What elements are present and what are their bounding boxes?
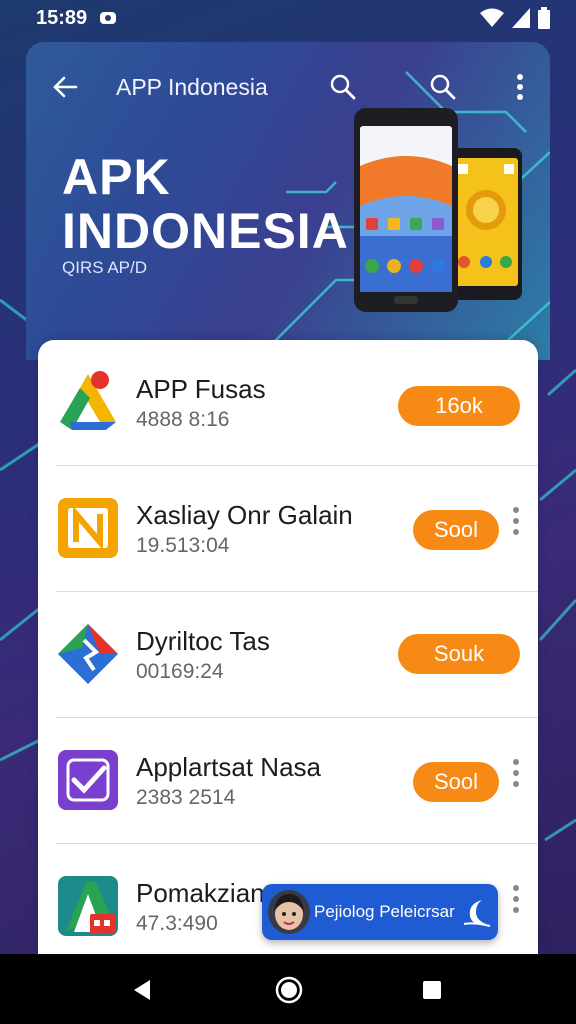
app-bar: APP Indonesia	[26, 60, 550, 112]
checkmark-icon	[58, 750, 118, 810]
app-bar-title: APP Indonesia	[116, 74, 268, 100]
list-item[interactable]: Dyriltoc Tas 00169:24 Souk	[38, 592, 538, 718]
drive-icon	[60, 371, 116, 430]
app-list: APP Fusas 4888 8:16 16ok Xasliay Onr Gal…	[38, 340, 538, 954]
more-vert-icon[interactable]	[510, 884, 522, 914]
list-item[interactable]: APP Fusas 4888 8:16 16ok	[38, 340, 538, 466]
n-letter-icon	[58, 498, 118, 558]
app-action-button[interactable]: Sool	[413, 762, 499, 802]
wifi-icon	[480, 8, 504, 27]
nav-back-icon[interactable]	[130, 978, 154, 1002]
hero-subtitle: QIRS AP/D	[62, 258, 148, 277]
app-name: Dyriltoc Tas	[136, 626, 270, 656]
hero-title-line2: INDONESIA	[62, 203, 349, 259]
app-meta: 19.513:04	[136, 534, 230, 557]
status-time: 15:89	[36, 6, 88, 29]
snackbar-text: Pejiolog Peleicrsar	[314, 902, 455, 921]
app-name: Xasliay Onr Galain	[136, 500, 353, 530]
status-bar: 15:89	[0, 0, 576, 36]
hero-title-line1: APK	[62, 149, 171, 205]
phones-illustration	[354, 108, 522, 312]
maps-pin-icon	[58, 624, 118, 684]
list-item[interactable]: Xasliay Onr Galain 19.513:04 Sool	[38, 466, 538, 592]
app-action-button[interactable]: Souk	[398, 634, 520, 674]
search-icon[interactable]	[328, 72, 356, 100]
app-meta: 00169:24	[136, 660, 224, 683]
hero-title: APK INDONESIA	[62, 150, 349, 258]
more-vert-icon[interactable]	[510, 758, 522, 788]
app-meta: 47.3:490	[136, 912, 218, 935]
moon-icon[interactable]	[462, 896, 492, 928]
app-name: Applartsat Nasa	[136, 752, 321, 782]
signal-icon	[512, 8, 530, 28]
avatar	[268, 890, 310, 934]
system-nav-bar	[0, 954, 576, 1024]
app-meta: 2383 2514	[136, 786, 236, 809]
nav-recents-icon[interactable]	[422, 980, 442, 1000]
nav-home-icon[interactable]	[275, 976, 303, 1004]
list-item[interactable]: Applartsat Nasa 2383 2514 Sool	[38, 718, 538, 844]
app-name: APP Fusas	[136, 374, 266, 404]
cloud-icon	[100, 12, 117, 24]
more-vert-icon[interactable]	[512, 72, 528, 102]
app-name: Pomakzian	[136, 878, 265, 908]
a-letter-icon	[58, 876, 118, 936]
search-icon[interactable]	[428, 72, 456, 100]
app-action-button[interactable]: Sool	[413, 510, 499, 550]
back-arrow-icon[interactable]	[50, 72, 80, 102]
snackbar[interactable]: Pejiolog Peleicrsar	[262, 884, 498, 940]
app-action-button[interactable]: 16ok	[398, 386, 520, 426]
header-banner: APP Indonesia APK INDONESIA QIRS AP/D	[26, 42, 550, 360]
more-vert-icon[interactable]	[510, 506, 522, 536]
battery-icon	[538, 7, 550, 29]
app-meta: 4888 8:16	[136, 408, 230, 431]
